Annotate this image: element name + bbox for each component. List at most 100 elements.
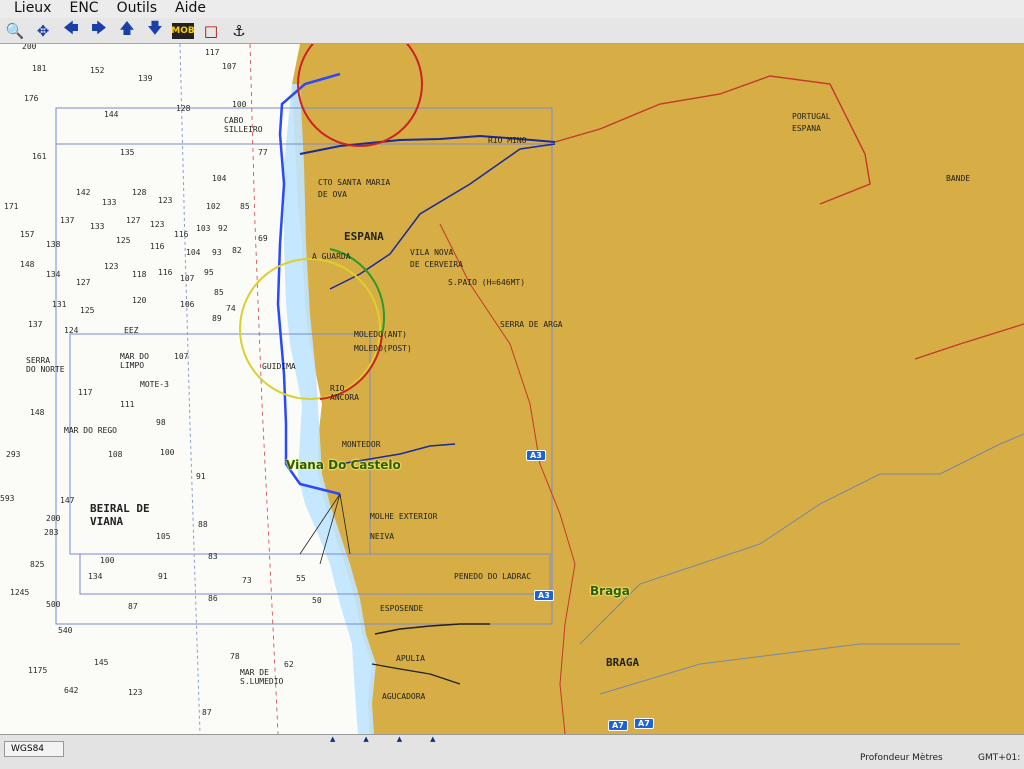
sounding: 593 — [0, 494, 15, 503]
sounding: 148 — [30, 408, 45, 417]
menu-enc[interactable]: ENC — [69, 0, 98, 18]
arrow-up-icon[interactable]: 🡅 — [116, 19, 138, 42]
sounding: 123 — [128, 688, 143, 697]
sounding: 116 — [150, 242, 165, 251]
sounding: 124 — [64, 326, 79, 335]
label-serra-de-arga: SERRA DE ARGA — [500, 320, 563, 329]
sounding: 120 — [132, 296, 147, 305]
sounding: 176 — [24, 94, 39, 103]
sounding: 138 — [46, 240, 61, 249]
label-guidima: GUIDIMA — [262, 362, 296, 371]
sounding: 95 — [204, 268, 214, 277]
sounding: 133 — [90, 222, 105, 231]
sounding: 123 — [158, 196, 173, 205]
sounding: 91 — [196, 472, 206, 481]
label-espana-border: ESPANA — [792, 124, 821, 133]
sounding: 161 — [32, 152, 47, 161]
sounding: 147 — [60, 496, 75, 505]
label-cto-santa-maria: CTO SANTA MARIA — [318, 178, 391, 187]
sounding: 73 — [242, 576, 252, 585]
sounding: 171 — [4, 202, 19, 211]
sounding: 105 — [156, 532, 171, 541]
label-mar-do-limpo: MAR DO LIMPO — [120, 352, 149, 370]
label-mar-de-lumedio: MAR DE S.LUMEDIO — [240, 668, 284, 686]
road-shield-a3: A3 — [534, 590, 554, 601]
label-vila-nova: VILA NOVA — [410, 248, 454, 257]
sounding: 125 — [80, 306, 95, 315]
label-braga: BRAGA — [606, 656, 640, 669]
sounding: 137 — [28, 320, 43, 329]
datum-field: WGS84 — [4, 741, 64, 757]
move-icon[interactable]: ✥ — [32, 20, 54, 42]
timezone: GMT+01: — [978, 753, 1021, 763]
sounding: 92 — [218, 224, 228, 233]
label-neiva: NEIVA — [370, 532, 395, 541]
sounding: 540 — [58, 626, 73, 635]
arrow-down-icon[interactable]: 🡇 — [144, 19, 166, 42]
sounding: 107 — [180, 274, 195, 283]
sounding: 83 — [208, 552, 218, 561]
sounding: 127 — [76, 278, 91, 287]
sounding: 103 — [196, 224, 211, 233]
land-area — [292, 44, 1024, 734]
sounding: 93 — [212, 248, 222, 257]
sounding: 134 — [88, 572, 103, 581]
menu-outils[interactable]: Outils — [117, 0, 157, 18]
sounding: 145 — [94, 658, 109, 667]
sounding: 142 — [76, 188, 91, 197]
label-eez: EEZ — [124, 326, 139, 335]
sounding: 88 — [198, 520, 208, 529]
sounding: 86 — [208, 594, 218, 603]
label-braga-city: Braga — [590, 584, 630, 598]
label-mote-3: MOTE-3 — [140, 380, 169, 389]
sounding: 108 — [108, 450, 123, 459]
label-rio-minho: RIO MINO — [488, 136, 527, 145]
sounding: 50 — [312, 596, 322, 605]
menu-lieux[interactable]: Lieux — [14, 0, 51, 18]
sounding: 118 — [132, 270, 147, 279]
menu-aide[interactable]: Aide — [175, 0, 206, 18]
label-esposende: ESPOSENDE — [380, 604, 424, 613]
sounding: 78 — [230, 652, 240, 661]
road-shield-a7: A7 — [634, 718, 654, 729]
label-moledo-ant: MOLEDO(ANT) — [354, 330, 407, 339]
sounding: 1175 — [28, 666, 48, 675]
anchor-icon[interactable]: ⚓ — [228, 20, 250, 42]
sounding: 1245 — [10, 588, 30, 597]
nautical-chart[interactable]: 200 181 152 139 117 107 176 128 100 144 … — [0, 44, 1024, 734]
sounding: 87 — [202, 708, 212, 717]
magnifier-icon[interactable]: 🔍 — [4, 20, 26, 42]
sounding: 131 — [52, 300, 67, 309]
arrow-left-icon[interactable]: 🡄 — [60, 19, 82, 42]
sounding: 123 — [104, 262, 119, 271]
square-icon[interactable]: □ — [200, 20, 222, 42]
label-a-guarda: A GUARDA — [312, 252, 351, 261]
sounding: 107 — [222, 62, 237, 71]
sounding: 89 — [212, 314, 222, 323]
sounding: 825 — [30, 560, 45, 569]
sounding: 137 — [60, 216, 75, 225]
label-montedor: MONTEDOR — [342, 440, 381, 449]
label-portugal: PORTUGAL — [792, 112, 831, 121]
sounding: 106 — [180, 300, 195, 309]
label-mar-do-rego: MAR DO REGO — [64, 426, 117, 435]
sounding: 144 — [104, 110, 119, 119]
sounding: 157 — [20, 230, 35, 239]
label-penedo: PENEDO DO LADRAC — [454, 572, 532, 581]
arrow-right-icon[interactable]: 🡆 — [88, 19, 110, 42]
sounding: 100 — [160, 448, 175, 457]
sounding: 139 — [138, 74, 153, 83]
label-apulia: APULIA — [396, 654, 425, 663]
sounding: 125 — [116, 236, 131, 245]
scroll-arrows[interactable]: ▲▲▲▲ — [330, 735, 464, 743]
sounding: 98 — [156, 418, 166, 427]
mob-icon[interactable]: MOB — [171, 22, 195, 39]
sounding: 85 — [214, 288, 224, 297]
sounding: 69 — [258, 234, 268, 243]
sounding: 91 — [158, 572, 168, 581]
sounding: 283 — [44, 528, 59, 537]
sounding: 102 — [206, 202, 221, 211]
label-de-cerveira: DE CERVEIRA — [410, 260, 463, 269]
label-bande: BANDE — [946, 174, 971, 183]
sounding: 200 — [46, 514, 61, 523]
